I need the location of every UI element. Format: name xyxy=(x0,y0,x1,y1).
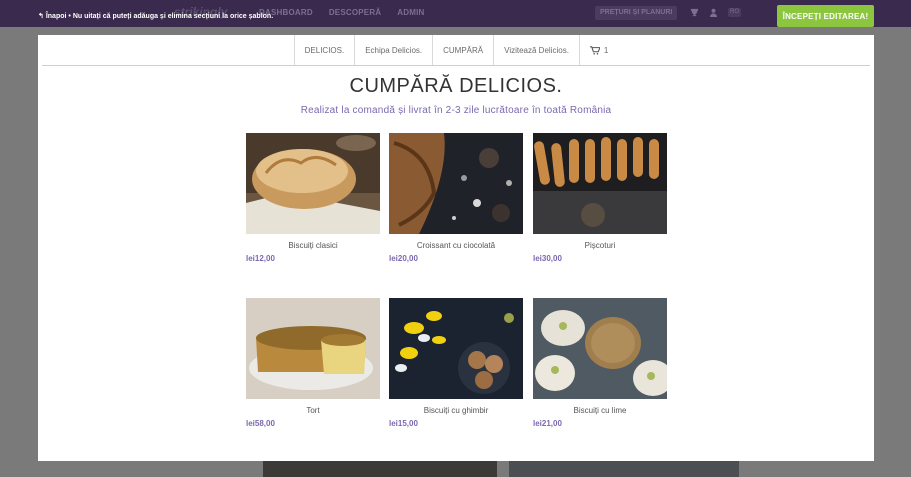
back-label: Înapoi xyxy=(45,13,67,20)
cart-count: 1 xyxy=(603,46,609,55)
site-preview-panel: DELICIOS. Echipa Delicios. CUMPĂRĂ Vizit… xyxy=(38,35,874,461)
site-nav-team[interactable]: Echipa Delicios. xyxy=(354,35,432,66)
product-name[interactable]: Croissant cu ciocolată xyxy=(389,241,523,250)
site-nav-delicios[interactable]: DELICIOS. xyxy=(293,35,355,66)
product-name[interactable]: Biscuiți cu ghimbir xyxy=(389,406,523,415)
start-editing-button[interactable]: ÎNCEPEȚI EDITAREA! xyxy=(777,5,874,27)
site-nav-shop[interactable]: CUMPĂRĂ xyxy=(432,35,493,66)
site-nav-visit[interactable]: Vizitează Delicios. xyxy=(493,35,579,66)
product-price: lei20,00 xyxy=(389,254,418,263)
product-card[interactable]: Biscuiți cu ghimbir lei15,00 xyxy=(389,298,523,428)
site-navigation: DELICIOS. Echipa Delicios. CUMPĂRĂ Vizit… xyxy=(38,35,874,66)
nav-admin[interactable]: ADMIN xyxy=(397,8,424,17)
nav-divider xyxy=(42,65,870,66)
product-card[interactable]: Tort lei58,00 xyxy=(246,298,380,428)
product-card[interactable]: Biscuiți cu lime lei21,00 xyxy=(533,298,667,428)
pricing-button[interactable]: PREȚURI ȘI PLANURI xyxy=(595,6,678,20)
background-section-preview xyxy=(263,461,497,477)
cart-icon xyxy=(590,46,600,55)
language-badge[interactable]: RO xyxy=(728,8,741,17)
product-price: lei58,00 xyxy=(246,419,275,428)
product-price: lei15,00 xyxy=(389,419,418,428)
section-subtitle: Realizat la comandă și livrat în 2-3 zil… xyxy=(300,105,612,116)
product-image[interactable] xyxy=(389,133,523,234)
product-name[interactable]: Tort xyxy=(246,406,380,415)
product-image[interactable] xyxy=(246,133,380,234)
app-nav: DASHBOARD DESCOPERĂ ADMIN xyxy=(259,8,425,17)
product-name[interactable]: Pișcoturi xyxy=(533,241,667,250)
user-icon[interactable] xyxy=(709,8,718,19)
back-arrow-icon: ↰ xyxy=(38,13,44,20)
product-price: lei30,00 xyxy=(533,254,562,263)
product-price: lei12,00 xyxy=(246,254,275,263)
trophy-icon[interactable] xyxy=(690,8,699,19)
background-section-preview xyxy=(509,461,739,477)
section-title: CUMPĂRĂ DELICIOS. xyxy=(349,75,563,97)
product-name[interactable]: Biscuiți clasici xyxy=(246,241,380,250)
product-image[interactable] xyxy=(533,298,667,399)
cart-button[interactable]: 1 xyxy=(578,35,618,66)
notice-separator: • xyxy=(68,13,71,20)
nav-discover[interactable]: DESCOPERĂ xyxy=(329,8,381,17)
back-link[interactable]: ↰ Înapoi xyxy=(38,13,68,20)
product-image[interactable] xyxy=(389,298,523,399)
product-image[interactable] xyxy=(246,298,380,399)
product-image[interactable] xyxy=(533,133,667,234)
template-notice: ↰ Înapoi • Nu uitați că puteți adăuga și… xyxy=(38,12,273,20)
product-card[interactable]: Biscuiți clasici lei12,00 xyxy=(246,133,380,263)
product-card[interactable]: Pișcoturi lei30,00 xyxy=(533,133,667,263)
product-card[interactable]: Croissant cu ciocolată lei20,00 xyxy=(389,133,523,263)
notice-text: Nu uitați că puteți adăuga și elimina se… xyxy=(72,13,274,20)
product-name[interactable]: Biscuiți cu lime xyxy=(533,406,667,415)
product-price: lei21,00 xyxy=(533,419,562,428)
